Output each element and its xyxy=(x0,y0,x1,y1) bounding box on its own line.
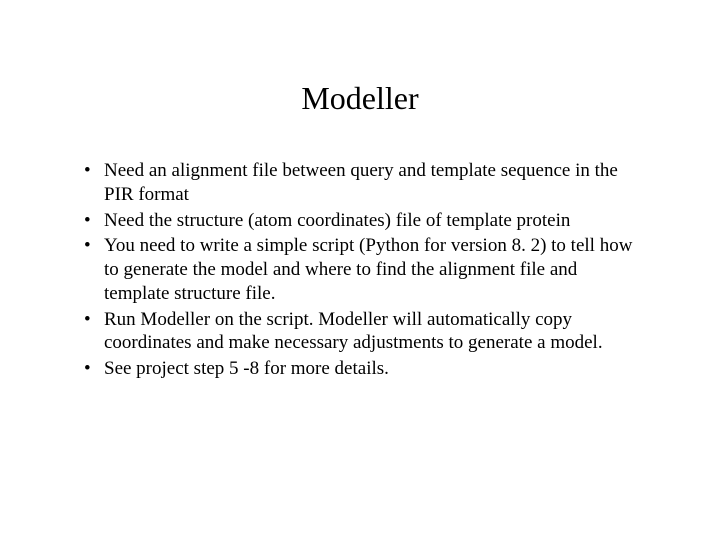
list-item: You need to write a simple script (Pytho… xyxy=(80,234,640,305)
list-item: See project step 5 -8 for more details. xyxy=(80,357,640,381)
list-item: Need an alignment file between query and… xyxy=(80,159,640,207)
list-item: Need the structure (atom coordinates) fi… xyxy=(80,209,640,233)
slide-title: Modeller xyxy=(80,80,640,117)
list-item: Run Modeller on the script. Modeller wil… xyxy=(80,308,640,356)
bullet-list: Need an alignment file between query and… xyxy=(80,159,640,381)
